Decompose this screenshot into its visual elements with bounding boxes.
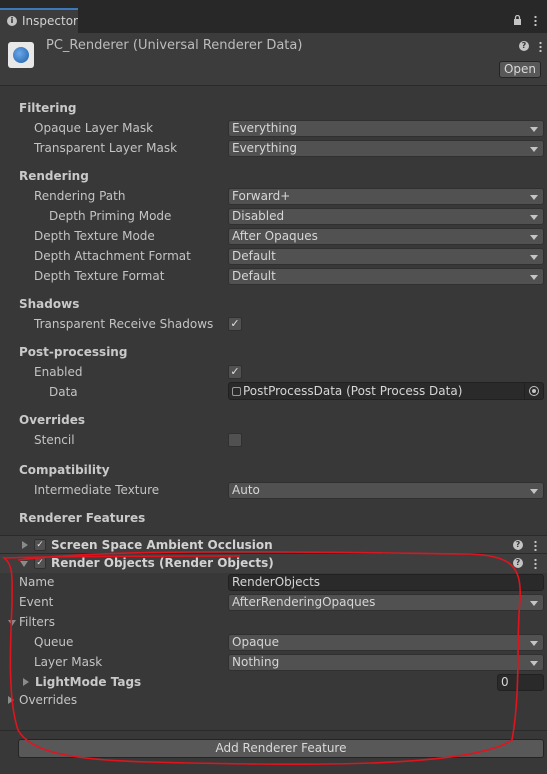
- header-menu-icon[interactable]: [539, 41, 542, 52]
- depth-texture-mode-label: Depth Texture Mode: [34, 229, 155, 243]
- feature-menu-icon[interactable]: [534, 558, 537, 569]
- overrides-foldout-arrow-icon[interactable]: [8, 696, 14, 704]
- feature-ssao-header[interactable]: ✓ Screen Space Ambient Occlusion ?: [0, 535, 547, 555]
- chevron-down-icon: [530, 215, 538, 220]
- feature-render-objects-header[interactable]: ✓ Render Objects (Render Objects) ?: [0, 553, 547, 573]
- lightmode-tags-foldout[interactable]: LightMode Tags: [35, 675, 141, 689]
- collapse-arrow-icon[interactable]: [20, 561, 28, 567]
- chevron-down-icon: [530, 661, 538, 666]
- chevron-down-icon: [530, 641, 538, 646]
- queue-label: Queue: [34, 635, 74, 649]
- transparent-layer-mask-dropdown[interactable]: Everything: [228, 140, 544, 157]
- header-divider: [0, 85, 547, 86]
- depth-attachment-format-dropdown[interactable]: Default: [228, 248, 544, 265]
- chevron-down-icon: [530, 195, 538, 200]
- depth-texture-format-dropdown[interactable]: Default: [228, 268, 544, 285]
- section-compatibility: Compatibility: [19, 463, 110, 477]
- text-field-value: RenderObjects: [232, 575, 321, 589]
- tab-inspector[interactable]: i Inspector: [0, 8, 78, 33]
- chevron-down-icon: [530, 147, 538, 152]
- chevron-down-icon: [530, 275, 538, 280]
- rendering-path-label: Rendering Path: [34, 189, 126, 203]
- dropdown-value: Nothing: [232, 655, 280, 669]
- help-icon[interactable]: ?: [513, 558, 523, 568]
- tab-bar: [0, 0, 547, 33]
- asset-title: PC_Renderer (Universal Renderer Data): [46, 38, 303, 53]
- dropdown-value: Everything: [232, 121, 297, 135]
- section-filtering: Filtering: [19, 101, 77, 115]
- post-data-label: Data: [49, 385, 78, 399]
- section-renderer-features: Renderer Features: [19, 511, 146, 525]
- count-value: 0: [501, 675, 509, 689]
- dropdown-value: Disabled: [232, 209, 285, 223]
- stencil-label: Stencil: [34, 433, 75, 447]
- transparent-receive-shadows-label: Transparent Receive Shadows: [34, 317, 214, 331]
- help-icon[interactable]: ?: [519, 41, 529, 51]
- layer-mask-dropdown[interactable]: Nothing: [228, 654, 544, 671]
- dropdown-value: Forward+: [232, 189, 291, 203]
- ssao-enabled-checkbox[interactable]: ✓: [34, 539, 46, 551]
- opaque-layer-mask-label: Opaque Layer Mask: [34, 121, 154, 135]
- render-objects-enabled-checkbox[interactable]: ✓: [34, 557, 46, 569]
- section-rendering: Rendering: [19, 169, 89, 183]
- transparent-layer-mask-label: Transparent Layer Mask: [34, 141, 178, 155]
- render-objects-label: Render Objects (Render Objects): [51, 556, 274, 570]
- dropdown-value: Default: [232, 269, 276, 283]
- lock-icon[interactable]: [513, 14, 522, 25]
- lightmode-foldout-arrow-icon[interactable]: [23, 678, 29, 686]
- open-button[interactable]: Open: [499, 61, 541, 78]
- depth-priming-mode-label: Depth Priming Mode: [49, 209, 172, 223]
- stencil-checkbox[interactable]: [228, 433, 242, 447]
- section-overrides: Overrides: [19, 413, 85, 427]
- depth-attachment-format-label: Depth Attachment Format: [34, 249, 191, 263]
- dropdown-value: Auto: [232, 483, 260, 497]
- dropdown-value: AfterRenderingOpaques: [232, 595, 376, 609]
- intermediate-texture-dropdown[interactable]: Auto: [228, 482, 544, 499]
- filters-foldout[interactable]: Filters: [19, 615, 55, 629]
- chevron-down-icon: [530, 127, 538, 132]
- opaque-layer-mask-dropdown[interactable]: Everything: [228, 120, 544, 137]
- expand-arrow-icon[interactable]: [22, 541, 28, 549]
- chevron-down-icon: [530, 255, 538, 260]
- post-data-object-field[interactable]: PostProcessData (Post Process Data): [228, 382, 544, 400]
- depth-texture-format-label: Depth Texture Format: [34, 269, 165, 283]
- overrides-foldout[interactable]: Overrides: [19, 693, 77, 707]
- event-dropdown[interactable]: AfterRenderingOpaques: [228, 594, 544, 611]
- intermediate-texture-label: Intermediate Texture: [34, 483, 160, 497]
- ssao-label: Screen Space Ambient Occlusion: [51, 538, 273, 552]
- name-field[interactable]: RenderObjects: [228, 574, 544, 591]
- asset-icon: [8, 42, 34, 68]
- features-divider: [0, 730, 547, 731]
- post-enabled-checkbox[interactable]: ✓: [228, 365, 242, 379]
- dropdown-value: Opaque: [232, 635, 280, 649]
- add-renderer-feature-button[interactable]: Add Renderer Feature: [18, 739, 544, 758]
- chevron-down-icon: [530, 601, 538, 606]
- lightmode-tags-count[interactable]: 0: [497, 674, 544, 691]
- filters-foldout-arrow-icon[interactable]: [8, 620, 16, 626]
- dropdown-value: After Opaques: [232, 229, 318, 243]
- transparent-receive-shadows-checkbox[interactable]: ✓: [228, 317, 242, 331]
- tab-menu-icon[interactable]: [534, 15, 537, 26]
- depth-priming-mode-dropdown[interactable]: Disabled: [228, 208, 544, 225]
- name-label: Name: [19, 575, 55, 589]
- chevron-down-icon: [530, 235, 538, 240]
- depth-texture-mode-dropdown[interactable]: After Opaques: [228, 228, 544, 245]
- section-shadows: Shadows: [19, 297, 80, 311]
- asset-ref-icon: [232, 387, 241, 396]
- dropdown-value: Everything: [232, 141, 297, 155]
- section-post-processing: Post-processing: [19, 345, 128, 359]
- event-label: Event: [19, 595, 54, 609]
- tab-label: Inspector: [22, 14, 78, 28]
- object-field-value: PostProcessData (Post Process Data): [243, 384, 463, 398]
- post-enabled-label: Enabled: [34, 365, 83, 379]
- info-icon: i: [7, 16, 17, 26]
- dropdown-value: Default: [232, 249, 276, 263]
- chevron-down-icon: [530, 489, 538, 494]
- rendering-path-dropdown[interactable]: Forward+: [228, 188, 544, 205]
- help-icon[interactable]: ?: [513, 540, 523, 550]
- layer-mask-label: Layer Mask: [34, 655, 103, 669]
- object-picker-icon[interactable]: [524, 383, 543, 399]
- feature-menu-icon[interactable]: [534, 540, 537, 551]
- queue-dropdown[interactable]: Opaque: [228, 634, 544, 651]
